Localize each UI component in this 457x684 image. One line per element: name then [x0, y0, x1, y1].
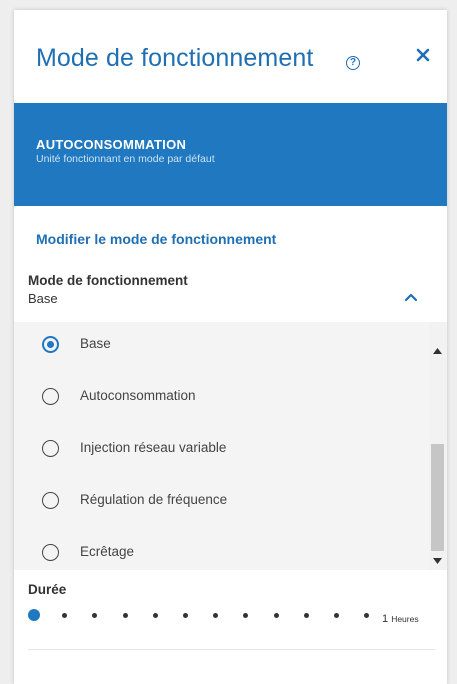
slider-step-dot[interactable]	[62, 613, 68, 618]
slider-step-dot[interactable]	[152, 613, 158, 618]
current-mode-title: AUTOCONSOMMATION	[36, 137, 187, 152]
slider-step-dot[interactable]	[303, 613, 309, 618]
panel-title: Mode de fonctionnement	[36, 44, 314, 72]
radio-button[interactable]	[42, 492, 59, 509]
slider-step-dot[interactable]	[213, 613, 219, 618]
option-base[interactable]: Base	[36, 334, 406, 358]
slider-step-dot[interactable]	[334, 613, 339, 618]
slider-step-dot[interactable]	[183, 613, 188, 618]
duration-number: 1	[382, 613, 389, 625]
current-mode-banner: AUTOCONSOMMATION Unité fonctionnant en m…	[14, 103, 447, 206]
option-regulation-de-frequence[interactable]: Régulation de fréquence	[36, 490, 406, 514]
option-label: Base	[80, 336, 111, 351]
scroll-down-arrow-icon[interactable]	[433, 558, 442, 564]
duration-label: Durée	[28, 582, 67, 597]
panel-header: Mode de fonctionnement ?	[14, 10, 447, 103]
scrollbar-thumb[interactable]	[431, 444, 444, 551]
slider-step-dot[interactable]	[273, 613, 279, 618]
radio-button[interactable]	[42, 544, 59, 561]
option-label: Ecrêtage	[80, 544, 135, 559]
modify-mode-link[interactable]: Modifier le mode de fonctionnement	[36, 231, 276, 247]
radio-button-checked[interactable]	[42, 336, 59, 353]
slider-knob[interactable]	[28, 609, 40, 621]
slider-step-dot[interactable]	[92, 613, 98, 618]
close-icon[interactable]	[412, 44, 434, 66]
option-injection-reseau-variable[interactable]: Injection réseau variable	[36, 438, 406, 462]
help-icon[interactable]: ?	[346, 56, 360, 70]
option-label: Régulation de fréquence	[80, 492, 228, 507]
duration-value: 1 Heures	[382, 613, 419, 625]
options-scrollbar[interactable]	[429, 322, 446, 570]
chevron-up-icon[interactable]	[404, 292, 418, 302]
duration-slider[interactable]	[28, 606, 388, 624]
option-label: Injection réseau variable	[80, 440, 227, 455]
slider-step-dot[interactable]	[243, 613, 249, 618]
scroll-up-arrow-icon[interactable]	[433, 348, 442, 354]
option-ecretage[interactable]: Ecrêtage	[36, 542, 406, 566]
option-label: Autoconsommation	[80, 388, 196, 403]
mode-field-label: Mode de fonctionnement	[28, 273, 188, 288]
current-mode-subtitle: Unité fonctionnant en mode par défaut	[36, 153, 215, 165]
operating-mode-panel: Mode de fonctionnement ? AUTOCONSOMMATIO…	[14, 10, 447, 684]
radio-button[interactable]	[42, 440, 59, 457]
slider-step-dot[interactable]	[122, 613, 128, 618]
mode-options-list[interactable]: Base Autoconsommation Injection réseau v…	[14, 322, 447, 570]
slider-step-dot[interactable]	[364, 613, 370, 618]
duration-unit: Heures	[391, 614, 419, 624]
option-autoconsommation[interactable]: Autoconsommation	[36, 386, 406, 410]
mode-field-value[interactable]: Base	[28, 291, 58, 306]
radio-button[interactable]	[42, 388, 59, 405]
divider	[28, 649, 435, 650]
